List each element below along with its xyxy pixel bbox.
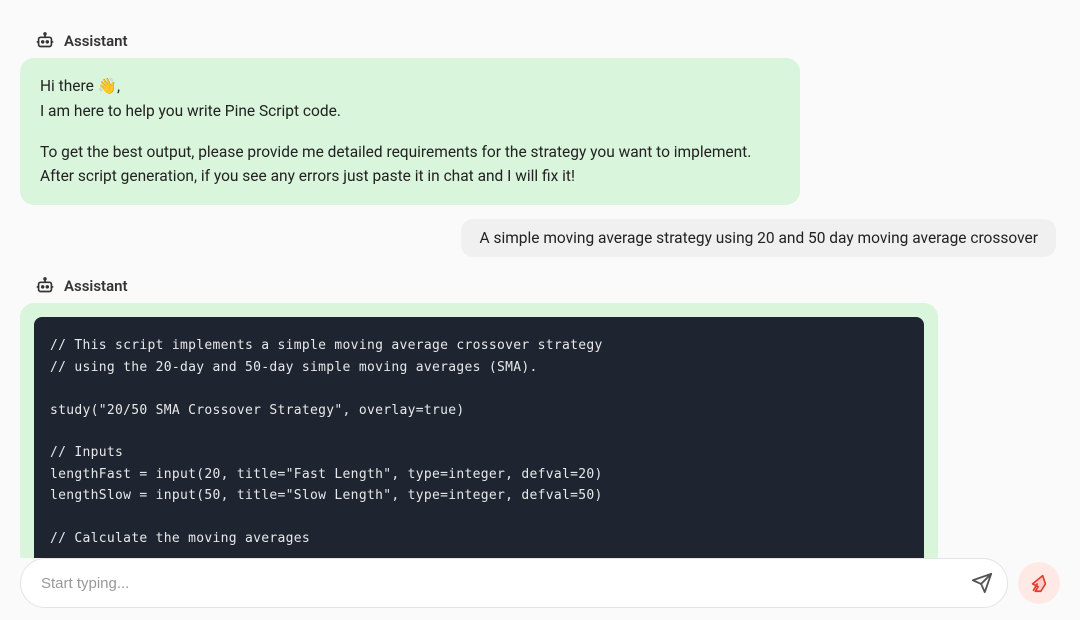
assistant-header: Assistant (34, 275, 1060, 297)
intro-line1: I am here to help you write Pine Script … (40, 99, 780, 124)
code-block[interactable]: // This script implements a simple movin… (34, 317, 924, 558)
input-row (20, 558, 1060, 608)
intro-greeting: Hi there 👋, (40, 74, 780, 99)
assistant-label: Assistant (64, 277, 128, 295)
assistant-header: Assistant (34, 30, 1060, 52)
assistant-message: Hi there 👋, I am here to help you write … (20, 58, 800, 205)
bot-icon (34, 275, 56, 297)
assistant-label: Assistant (64, 32, 128, 50)
clear-button[interactable] (1018, 562, 1060, 604)
chat-area: Assistant Hi there 👋, I am here to help … (0, 0, 1080, 558)
user-message: A simple moving average strategy using 2… (461, 219, 1056, 257)
send-button[interactable] (963, 564, 1001, 602)
intro-line3: After script generation, if you see any … (40, 164, 780, 189)
bot-icon (34, 30, 56, 52)
user-message-row: A simple moving average strategy using 2… (20, 219, 1056, 257)
assistant-code-message: // This script implements a simple movin… (20, 303, 938, 558)
intro-line2: To get the best output, please provide m… (40, 140, 780, 165)
input-wrap (20, 558, 1008, 608)
message-input[interactable] (41, 575, 963, 592)
